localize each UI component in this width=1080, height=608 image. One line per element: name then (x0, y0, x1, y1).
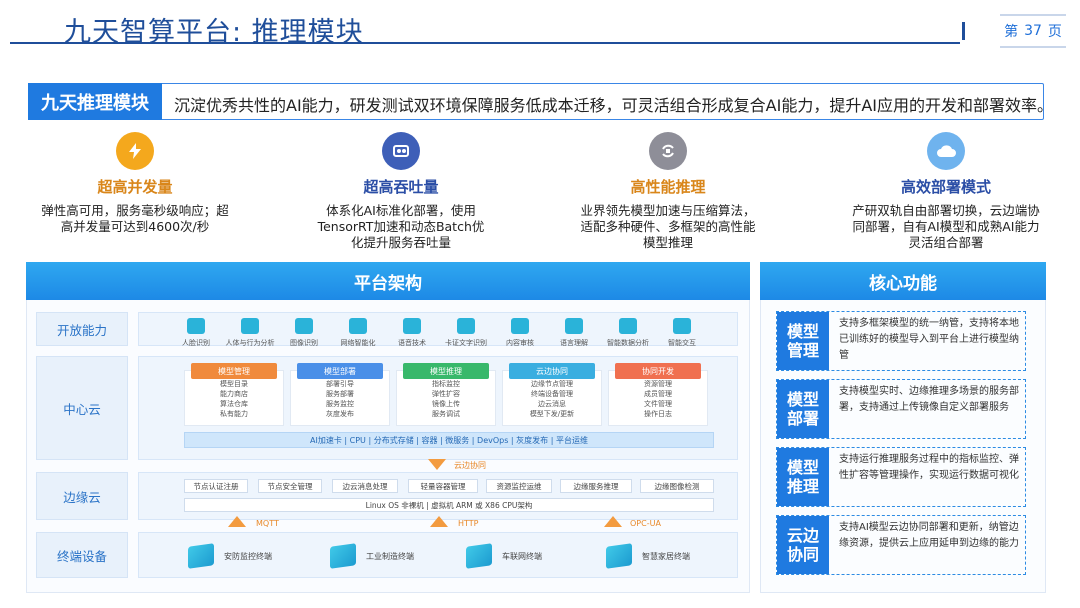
edge-item: 资源监控运维 (486, 479, 552, 493)
protocol-label: OPC-UA (630, 519, 661, 528)
core-tag: 模型部署 (777, 380, 829, 438)
layer-label-center-cloud: 中心云 (36, 356, 128, 460)
pipeline-icon (382, 132, 420, 170)
feature-title: 超高吞吐量 (363, 178, 439, 196)
core-desc: 支持模型实时、边缘推理多场景的服务部署，支持通过上传镜像自定义部署服务 (839, 386, 1019, 413)
page-prefix: 第 (1004, 24, 1019, 40)
center-card-title: 模型部署 (297, 363, 383, 379)
open-item: 智能交互 (654, 318, 710, 348)
feature-title: 高效部署模式 (900, 178, 991, 196)
cycle-icon (649, 132, 687, 170)
title-accent-bar (962, 22, 965, 40)
chart-icon (619, 318, 637, 334)
open-item: 图像识别 (276, 318, 332, 348)
sync-label: 云边协同 (454, 461, 486, 470)
protocol-label: MQTT (256, 519, 279, 528)
center-card-cloud-edge: 云边协同 边缘节点管理 终端设备管理 边云消息 模型下发/更新 (502, 363, 602, 426)
layer-label-terminal: 终端设备 (36, 532, 128, 578)
center-card-title: 云边协同 (509, 363, 595, 379)
card-icon (457, 318, 475, 334)
core-row-model-management: 模型管理 支持多框架模型的统一纳管，支持将本地已训练好的模型导入到平台上进行模型… (776, 311, 1026, 371)
page-suffix: 页 (1047, 24, 1062, 40)
device-cube-icon (466, 543, 492, 569)
terminal-item: 工业制造终端 (330, 543, 414, 569)
edge-item: 节点认证注册 (184, 479, 248, 493)
edge-item: 边云消息处理 (332, 479, 398, 493)
center-card-model-inference: 模型推理 指标监控 弹性扩容 镜像上传 服务调试 (396, 363, 496, 426)
protocol-arrow-icon (228, 516, 246, 527)
center-card-model-deployment: 模型部署 部署引导 服务部署 服务监控 灰度发布 (290, 363, 390, 426)
open-item: 人体与行为分析 (222, 318, 278, 348)
mic-icon (403, 318, 421, 334)
architecture-title: 平台架构 (26, 262, 750, 300)
layer-label-open: 开放能力 (36, 312, 128, 346)
person-icon (241, 318, 259, 334)
title-underline (10, 42, 960, 44)
feature-desc: 产研双轨自由部署切换，云边端协同部署，自有AI模型和成熟AI能力灵活组合部署 (852, 203, 1040, 250)
intro-text: 沉淀优秀共性的AI能力，研发测试双环境保障服务低成本迁移，可灵活组合形成复合AI… (174, 96, 1053, 115)
feature-high-concurrency: 超高并发量 弹性高可用，服务毫秒级响应；超高并发量可达到4600次/秒 (40, 132, 230, 235)
infrastructure-bar: AI加速卡 | CPU | 分布式存储 | 容器 | 微服务 | DevOps … (184, 432, 714, 448)
language-icon (565, 318, 583, 334)
terminal-item: 安防监控终端 (188, 543, 272, 569)
open-item: 人脸识别 (168, 318, 224, 348)
document-icon (511, 318, 529, 334)
core-row-model-inference: 模型推理 支持运行推理服务过程中的指标监控、弹性扩容等管理操作，实现运行数据可视… (776, 447, 1026, 507)
feature-desc: 业界领先模型加速与压缩算法，适配多种硬件、多框架的高性能模型推理 (580, 203, 756, 250)
edge-os-bar: Linux OS 非裸机 | 虚拟机 ARM 或 X86 CPU架构 (184, 498, 714, 512)
protocol-label: HTTP (458, 519, 479, 528)
core-functions-title: 核心功能 (760, 262, 1046, 300)
chat-icon (673, 318, 691, 334)
page-indicator: 第 37 页 (1000, 14, 1066, 48)
core-desc: 支持多框架模型的统一纳管，支持将本地已训练好的模型导入到平台上进行模型纳管 (839, 318, 1019, 361)
center-card-title: 协同开发 (615, 363, 701, 379)
open-item: 智能数据分析 (600, 318, 656, 348)
edge-item: 节点安全管理 (258, 479, 322, 493)
core-tag: 模型推理 (777, 448, 829, 506)
core-row-model-deployment: 模型部署 支持模型实时、边缘推理多场景的服务部署，支持通过上传镜像自定义部署服务 (776, 379, 1026, 439)
open-item: 网络智能化 (330, 318, 386, 348)
core-desc: 支持运行推理服务过程中的指标监控、弹性扩容等管理操作，实现运行数据可视化 (839, 454, 1019, 481)
terminal-item: 车联网终端 (466, 543, 542, 569)
feature-high-performance: 高性能推理 业界领先模型加速与压缩算法，适配多种硬件、多框架的高性能模型推理 (580, 132, 756, 251)
cloud-icon (927, 132, 965, 170)
center-card-title: 模型管理 (191, 363, 277, 379)
feature-title: 超高并发量 (97, 178, 173, 196)
feature-desc: 弹性高可用，服务毫秒级响应；超高并发量可达到4600次/秒 (41, 203, 229, 234)
device-cube-icon (188, 543, 214, 569)
bolt-icon (116, 132, 154, 170)
center-card-title: 模型推理 (403, 363, 489, 379)
edge-item: 边缘图像检测 (640, 479, 714, 493)
open-item: 内容审核 (492, 318, 548, 348)
feature-desc: 体系化AI标准化部署，使用TensorRT加速和动态Batch优化提升服务吞吐量 (317, 203, 485, 250)
page-number: 37 (1024, 23, 1042, 39)
sync-arrow-icon (428, 459, 446, 470)
core-desc: 支持AI模型云边协同部署和更新，纳管边缘资源，提供云上应用延申到边缘的能力 (839, 522, 1019, 549)
layer-label-edge-cloud: 边缘云 (36, 472, 128, 520)
open-item: 语言理解 (546, 318, 602, 348)
core-tag: 云边协同 (777, 516, 829, 574)
open-item: 语音技术 (384, 318, 440, 348)
feature-high-throughput: 超高吞吐量 体系化AI标准化部署，使用TensorRT加速和动态Batch优化提… (312, 132, 490, 251)
intro-tag: 九天推理模块 (28, 83, 162, 120)
open-item: 卡证文字识别 (438, 318, 494, 348)
protocol-arrow-icon (430, 516, 448, 527)
image-icon (295, 318, 313, 334)
terminal-item: 智慧家居终端 (606, 543, 690, 569)
core-tag: 模型管理 (777, 312, 829, 370)
center-card-model-management: 模型管理 模型目录 能力商店 算法仓库 私有能力 (184, 363, 284, 426)
device-cube-icon (330, 543, 356, 569)
device-cube-icon (606, 543, 632, 569)
edge-item: 边缘服务推理 (560, 479, 632, 493)
core-row-cloud-edge: 云边协同 支持AI模型云边协同部署和更新，纳管边缘资源，提供云上应用延申到边缘的… (776, 515, 1026, 575)
feature-title: 高性能推理 (630, 178, 706, 196)
center-card-collab-dev: 协同开发 资源管理 成员管理 文件管理 操作日志 (608, 363, 708, 426)
feature-efficient-deployment: 高效部署模式 产研双轨自由部署切换，云边端协同部署，自有AI模型和成熟AI能力灵… (850, 132, 1042, 251)
protocol-arrow-icon (604, 516, 622, 527)
edge-item: 轻量容器管理 (408, 479, 478, 493)
face-icon (187, 318, 205, 334)
network-icon (349, 318, 367, 334)
